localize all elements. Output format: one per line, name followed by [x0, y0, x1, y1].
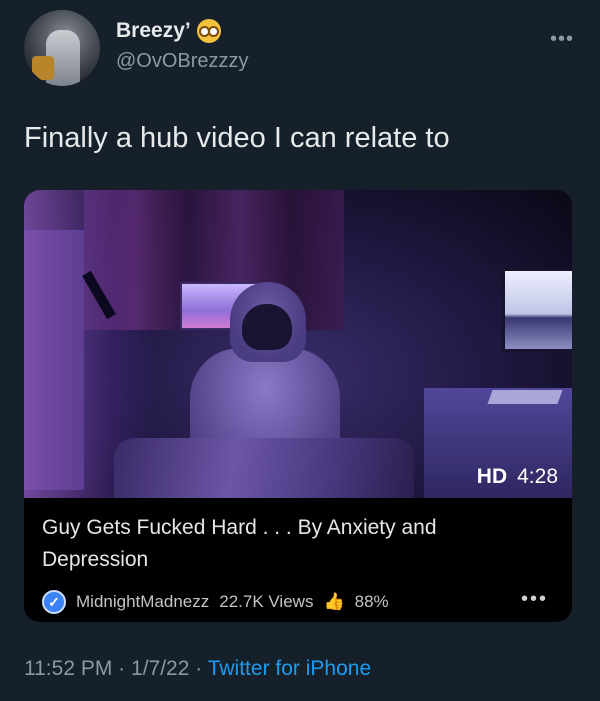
video-duration: 4:28 — [517, 465, 558, 488]
thumbs-up-icon: 👍 — [323, 592, 345, 611]
card-more-icon[interactable]: ••• — [521, 588, 548, 611]
avatar-bag — [32, 56, 54, 80]
video-title[interactable]: Guy Gets Fucked Hard . . . By Anxiety an… — [42, 512, 542, 576]
tweet-source-link[interactable]: Twitter for iPhone — [208, 657, 371, 680]
thumbnail-keyboard — [487, 390, 563, 404]
video-meta: ✓ MidnightMadnezz 22.7K Views 👍 88% — [42, 590, 389, 614]
tweet-footer: 11:52 PM · 1/7/22 · Twitter for iPhone — [24, 657, 371, 681]
view-count: 22.7K Views — [219, 592, 314, 611]
video-card[interactable]: HD 4:28 Guy Gets Fucked Hard . . . By An… — [24, 190, 572, 622]
thumbnail-blanket — [114, 438, 414, 498]
video-badge: HD 4:28 — [477, 465, 558, 489]
thumbnail-monitor — [502, 268, 572, 352]
thumbnail-person-face — [242, 304, 292, 350]
more-options-icon[interactable]: ••• — [550, 28, 574, 51]
footer-separator: · — [118, 657, 126, 680]
tweet-time[interactable]: 11:52 PM — [24, 657, 112, 680]
flushed-face-icon — [196, 19, 221, 43]
footer-separator-2: · — [195, 657, 203, 680]
tweet-text: Finally a hub video I can relate to — [24, 122, 450, 154]
author-name-row[interactable]: Breezy’ — [116, 19, 221, 43]
hd-badge: HD — [476, 465, 508, 488]
verified-check-icon: ✓ — [42, 590, 66, 614]
author-handle[interactable]: @OvOBrezzzy — [116, 50, 249, 73]
channel-name[interactable]: MidnightMadnezz — [76, 592, 209, 612]
tweet-date[interactable]: 1/7/22 — [131, 657, 189, 680]
rating-percent: 88% — [354, 592, 389, 611]
avatar[interactable] — [24, 10, 100, 86]
author-display-name[interactable]: Breezy’ — [116, 19, 191, 43]
video-thumbnail[interactable]: HD 4:28 — [24, 190, 572, 498]
